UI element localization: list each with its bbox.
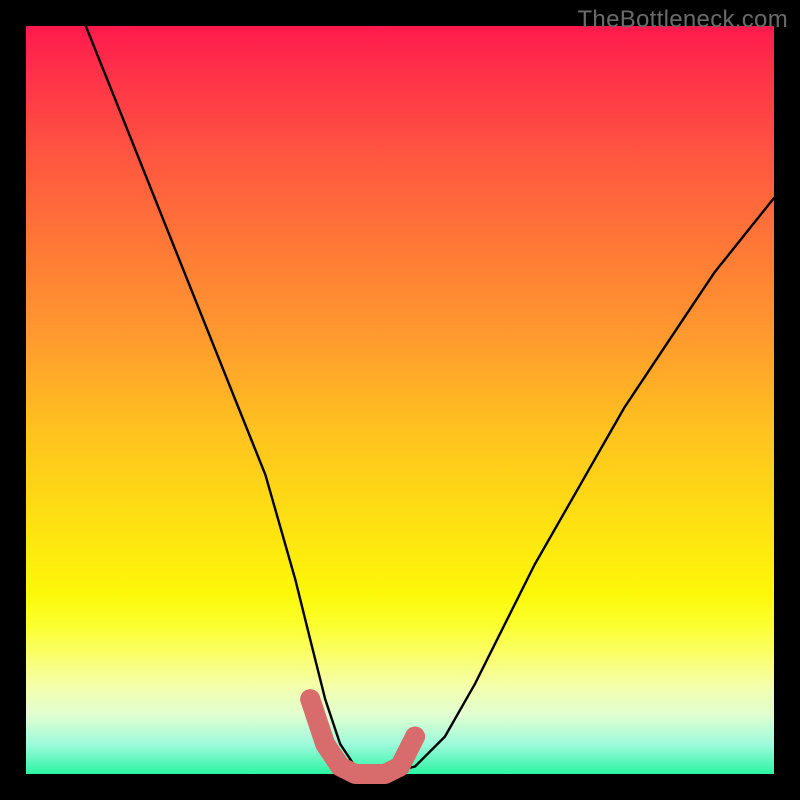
optimal-region-curve — [310, 699, 415, 774]
bottleneck-curve — [86, 26, 774, 774]
chart-frame: TheBottleneck.com — [0, 0, 800, 800]
chart-svg — [26, 26, 774, 774]
plot-area — [26, 26, 774, 774]
watermark-text: TheBottleneck.com — [577, 6, 788, 34]
optimal-endpoint-dot — [300, 689, 320, 709]
optimal-endpoint-dot — [405, 727, 425, 747]
